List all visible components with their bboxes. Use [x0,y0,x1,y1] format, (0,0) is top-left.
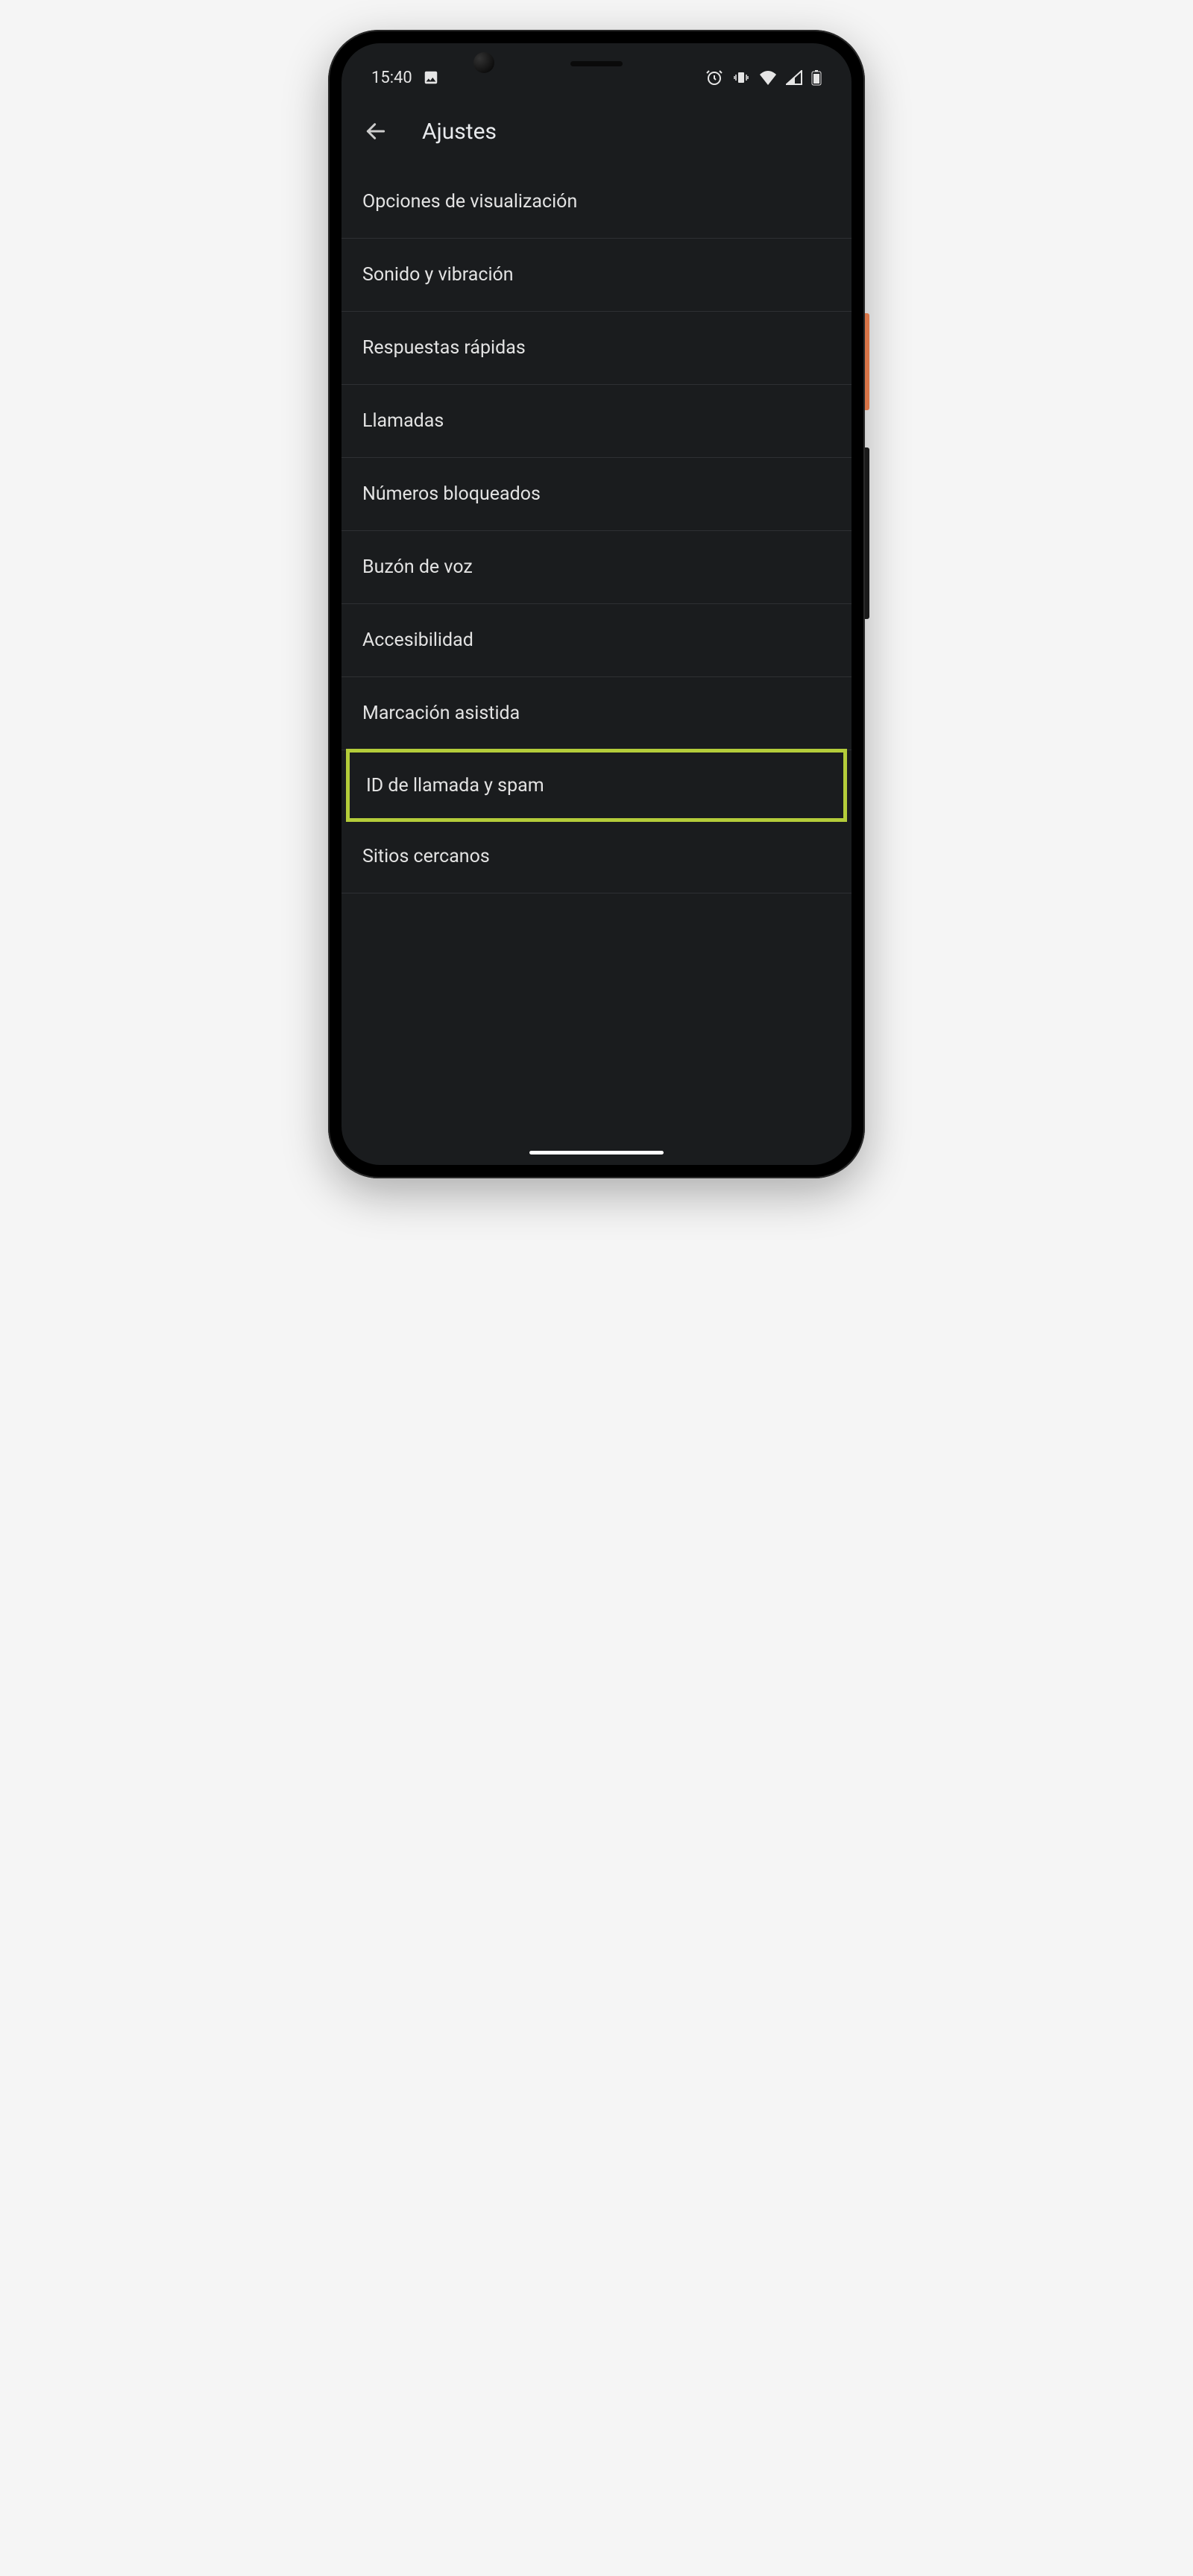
settings-item-label: Llamadas [362,410,444,432]
settings-item-calls[interactable]: Llamadas [341,385,852,458]
signal-icon [786,70,802,85]
settings-item-blocked-numbers[interactable]: Números bloqueados [341,458,852,531]
status-bar: 15:40 [341,43,852,97]
status-time: 15:40 [371,69,412,87]
status-bar-left: 15:40 [371,69,439,87]
settings-item-assisted-dialing[interactable]: Marcación asistida [341,677,852,750]
settings-item-label: Buzón de voz [362,556,473,578]
settings-item-accessibility[interactable]: Accesibilidad [341,604,852,677]
settings-item-display-options[interactable]: Opciones de visualización [341,166,852,239]
settings-item-label: Accesibilidad [362,629,473,651]
app-bar: Ajustes [341,97,852,166]
wifi-icon [759,70,777,85]
phone-notch [570,61,623,66]
volume-button [865,447,869,619]
phone-screen: 15:40 [341,43,852,1165]
settings-item-caller-id-spam[interactable]: ID de llamada y spam [346,749,847,822]
settings-item-label: Opciones de visualización [362,191,577,213]
back-button[interactable] [362,118,389,145]
settings-item-nearby-places[interactable]: Sitios cercanos [341,820,852,893]
settings-item-quick-responses[interactable]: Respuestas rápidas [341,312,852,385]
status-bar-right [705,69,822,87]
power-button [865,313,869,410]
settings-item-label: Marcación asistida [362,703,520,724]
settings-item-label: ID de llamada y spam [366,775,544,797]
alarm-icon [705,69,723,87]
settings-item-label: Respuestas rápidas [362,337,526,359]
speaker-grille [570,61,623,66]
settings-item-sound-vibration[interactable]: Sonido y vibración [341,239,852,312]
vibrate-icon [732,69,750,87]
settings-item-label: Sitios cercanos [362,846,490,867]
picture-icon [423,69,439,86]
settings-item-label: Sonido y vibración [362,264,514,286]
phone-frame: 15:40 [328,30,865,1178]
settings-item-voicemail[interactable]: Buzón de voz [341,531,852,604]
settings-item-label: Números bloqueados [362,483,541,505]
front-camera [473,52,494,73]
battery-icon [811,69,822,86]
page-title: Ajustes [422,119,497,145]
settings-list: Opciones de visualización Sonido y vibra… [341,166,852,893]
home-indicator[interactable] [529,1151,664,1155]
